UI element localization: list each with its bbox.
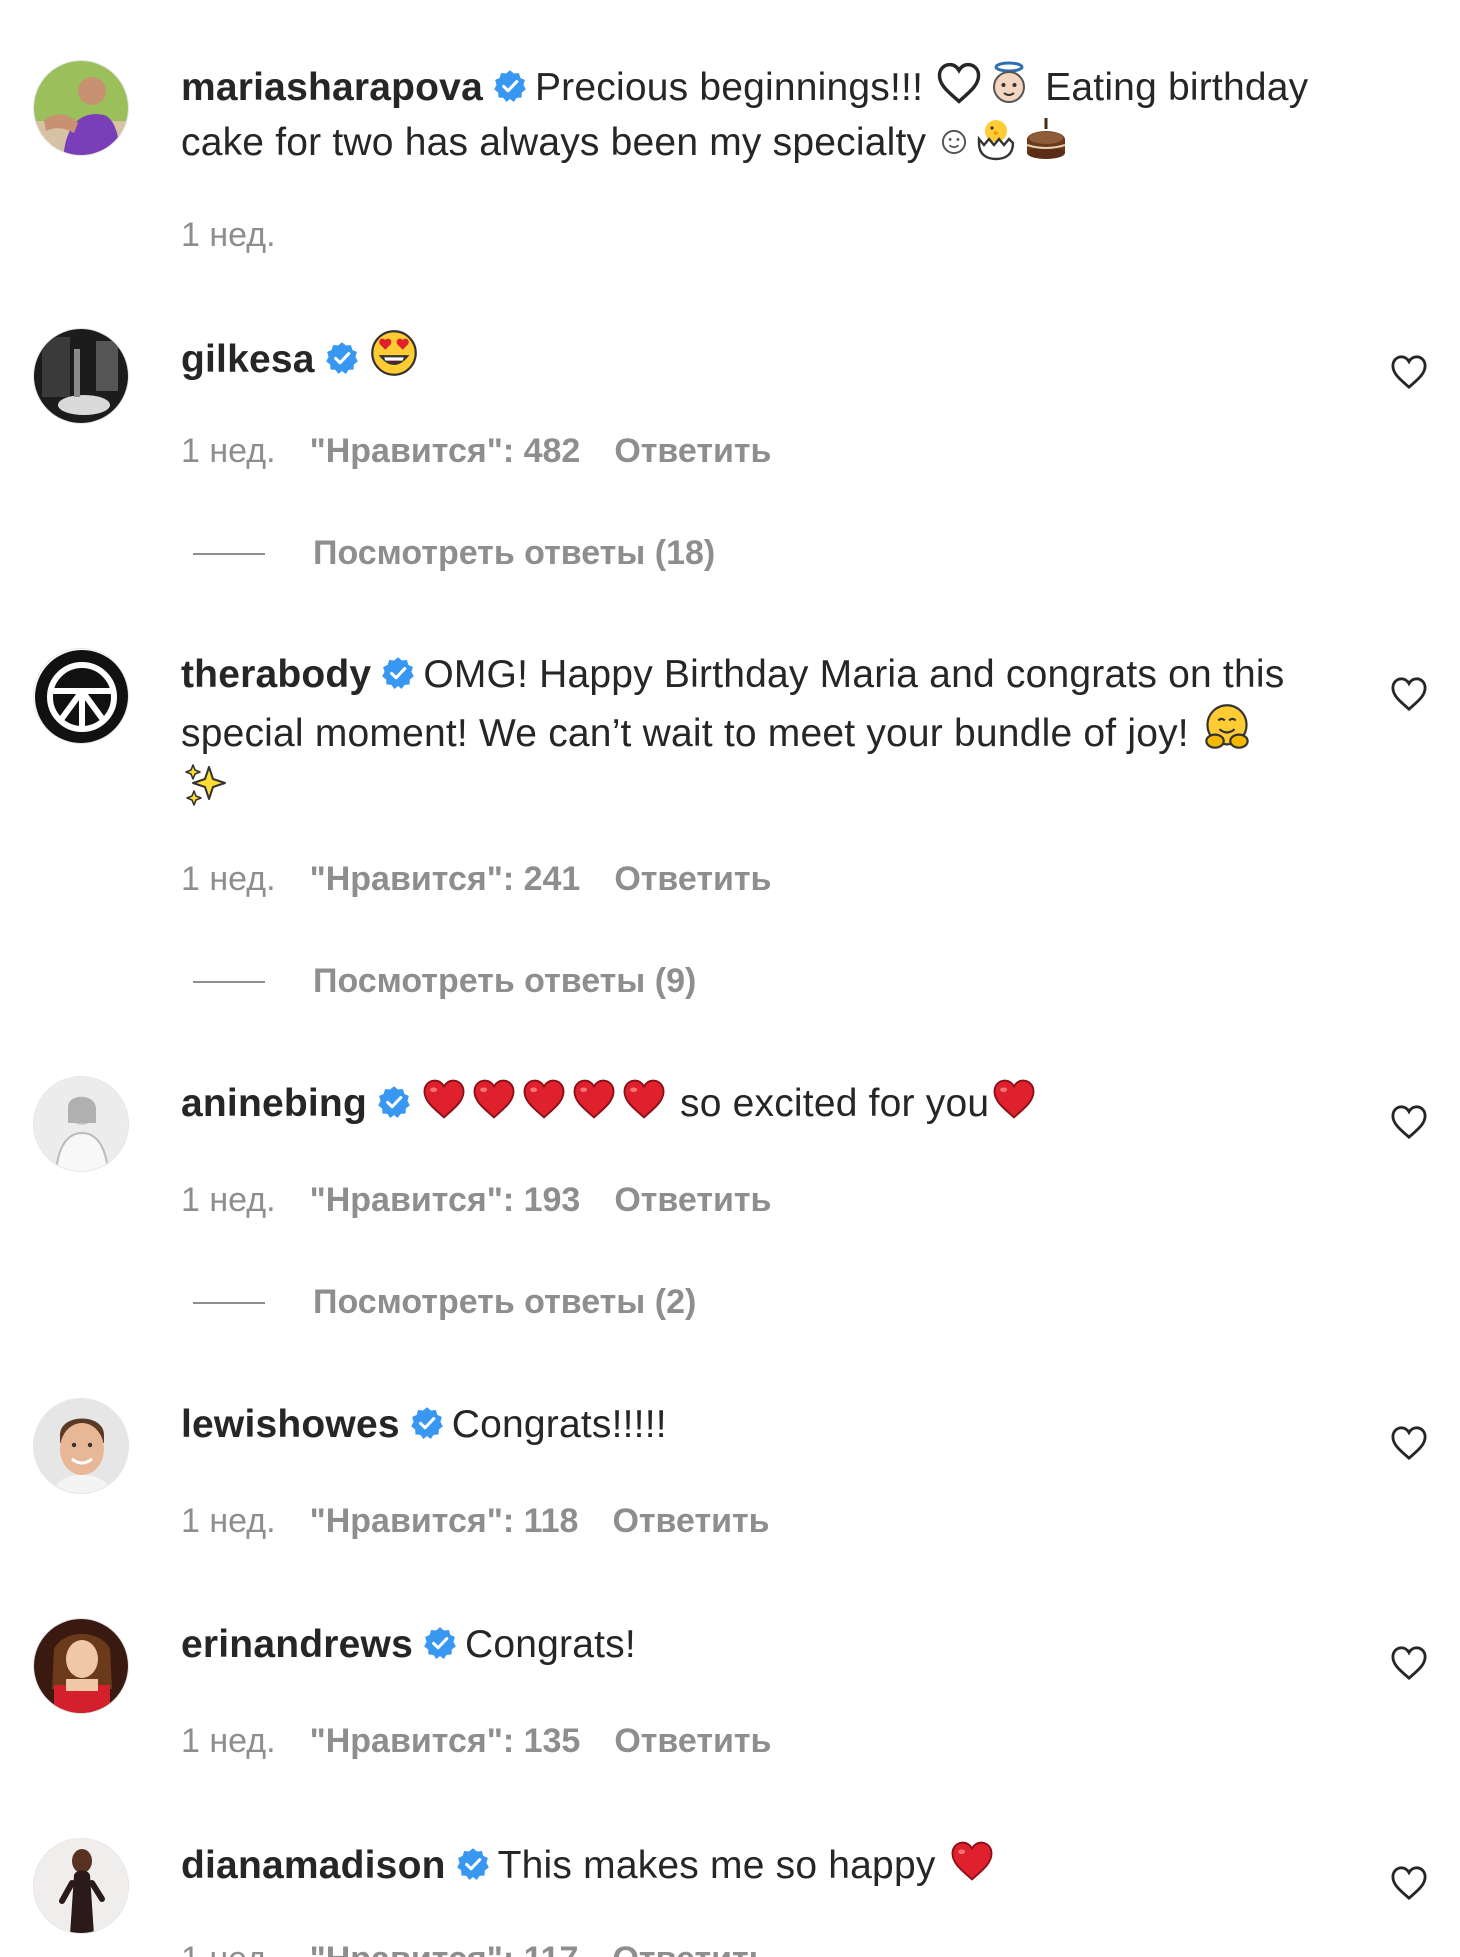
- timestamp[interactable]: 1 нед.: [181, 432, 276, 470]
- reply-button[interactable]: Ответить: [614, 1722, 771, 1760]
- red-heart-icon: [949, 1838, 995, 1884]
- like-count[interactable]: "Нравится": 482: [310, 432, 581, 470]
- hatching-chick-icon: [978, 120, 1015, 161]
- red-heart-icon: [471, 1076, 517, 1122]
- like-heart-icon[interactable]: [1390, 676, 1428, 712]
- view-replies-button[interactable]: Посмотреть ответы (18): [193, 534, 715, 573]
- comment-text: This makes me so happy: [497, 1844, 947, 1887]
- avatar[interactable]: [33, 1076, 129, 1172]
- comment-text: so excited for you: [668, 1082, 990, 1125]
- view-replies-button[interactable]: Посмотреть ответы (9): [193, 962, 696, 1001]
- like-heart-icon[interactable]: [1390, 1645, 1428, 1681]
- view-replies-label: Посмотреть ответы (2): [313, 1283, 697, 1321]
- username[interactable]: dianamadison: [181, 1844, 446, 1887]
- smiley-icon: [942, 129, 967, 155]
- avatar[interactable]: [33, 648, 129, 744]
- username[interactable]: therabody: [181, 653, 371, 696]
- comment-meta: 1 нед.: [181, 216, 310, 255]
- red-heart-icon: [521, 1076, 567, 1122]
- username[interactable]: gilkesa: [181, 338, 315, 381]
- timestamp[interactable]: 1 нед.: [181, 216, 276, 254]
- verified-badge-icon: [493, 69, 527, 103]
- reply-button[interactable]: Ответить: [612, 1940, 769, 1957]
- username[interactable]: mariasharapova: [181, 66, 483, 109]
- view-replies-label: Посмотреть ответы (18): [313, 534, 716, 572]
- verified-badge-icon: [423, 1626, 457, 1660]
- verified-badge-icon: [325, 341, 359, 375]
- comments-page: mariasharapova Precious beginnings!!! Eat…: [0, 0, 1460, 1957]
- red-heart-icon: [621, 1076, 667, 1122]
- red-heart-icon: [571, 1076, 617, 1122]
- divider-line: [193, 552, 265, 555]
- comment-meta: 1 нед. "Нравится": 135 Ответить: [181, 1722, 805, 1761]
- verified-badge-icon: [456, 1847, 490, 1881]
- divider-line: [193, 1301, 265, 1304]
- avatar[interactable]: [33, 328, 129, 424]
- like-heart-icon[interactable]: [1390, 1104, 1428, 1140]
- verified-badge-icon: [381, 656, 415, 690]
- comment-meta: 1 нед. "Нравится": 193 Ответить: [181, 1181, 805, 1220]
- username[interactable]: lewishowes: [181, 1403, 400, 1446]
- view-replies-label: Посмотреть ответы (9): [313, 962, 697, 1000]
- avatar[interactable]: [33, 1838, 129, 1934]
- timestamp[interactable]: 1 нед.: [181, 1722, 276, 1760]
- comment-meta: 1 нед. "Нравится": 241 Ответить: [181, 860, 805, 899]
- like-count[interactable]: "Нравится": 193: [310, 1181, 581, 1219]
- reply-button[interactable]: Ответить: [614, 860, 771, 898]
- reply-button[interactable]: Ответить: [614, 432, 771, 470]
- verified-badge-icon: [410, 1406, 444, 1440]
- timestamp[interactable]: 1 нед.: [181, 1181, 276, 1219]
- timestamp[interactable]: 1 нед.: [181, 860, 276, 898]
- username[interactable]: aninebing: [181, 1082, 367, 1125]
- hugging-face-icon: [1205, 704, 1249, 749]
- timestamp[interactable]: 1 нед.: [181, 1940, 276, 1957]
- baby-angel-icon: [993, 61, 1026, 103]
- comment-meta: 1 нед. "Нравится": 117 Ответить: [181, 1940, 804, 1957]
- comment-text: Precious beginnings!!!: [534, 66, 935, 109]
- reply-button[interactable]: Ответить: [614, 1181, 771, 1219]
- like-heart-icon[interactable]: [1390, 1425, 1428, 1461]
- avatar[interactable]: [33, 1398, 129, 1494]
- comment-text: Congrats!: [464, 1623, 636, 1666]
- avatar[interactable]: [33, 1618, 129, 1714]
- avatar[interactable]: [33, 60, 129, 156]
- divider-line: [193, 980, 265, 983]
- red-heart-icon: [421, 1076, 467, 1122]
- comment-text: Congrats!!!!!: [451, 1403, 667, 1446]
- view-replies-button[interactable]: Посмотреть ответы (2): [193, 1283, 696, 1322]
- like-heart-icon[interactable]: [1390, 1865, 1428, 1901]
- birthday-cake-icon: [1026, 118, 1066, 159]
- reply-button[interactable]: Ответить: [612, 1502, 769, 1540]
- like-count[interactable]: "Нравится": 117: [310, 1940, 579, 1957]
- like-count[interactable]: "Нравится": 135: [310, 1722, 581, 1760]
- verified-badge-icon: [377, 1085, 411, 1119]
- white-heart-icon: [936, 60, 982, 106]
- username[interactable]: erinandrews: [181, 1623, 413, 1666]
- like-count[interactable]: "Нравится": 118: [310, 1502, 579, 1540]
- timestamp[interactable]: 1 нед.: [181, 1502, 276, 1540]
- red-heart-icon: [991, 1076, 1037, 1122]
- like-heart-icon[interactable]: [1390, 354, 1428, 390]
- comment-meta: 1 нед. "Нравится": 118 Ответить: [181, 1502, 804, 1541]
- sparkles-icon: [185, 764, 226, 806]
- like-count[interactable]: "Нравится": 241: [310, 860, 581, 898]
- heart-eyes-emoji-icon: [370, 330, 417, 376]
- comment-meta: 1 нед. "Нравится": 482 Ответить: [181, 432, 805, 471]
